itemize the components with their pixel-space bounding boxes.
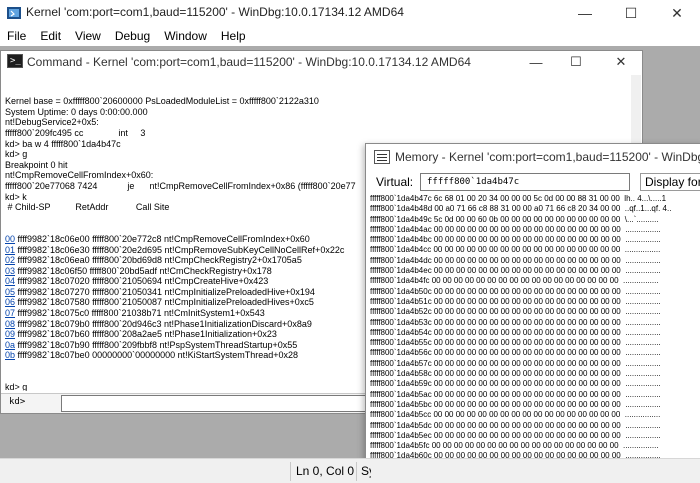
memory-row: fffff800`1da4b4ac 00 00 00 00 00 00 00 0… bbox=[370, 224, 661, 234]
memory-row: fffff800`1da4b52c 00 00 00 00 00 00 00 0… bbox=[370, 307, 661, 317]
menu-edit[interactable]: Edit bbox=[33, 29, 68, 43]
frame-text: ffff9982`18c079b0 fffff800`20d946c3 nt!P… bbox=[15, 318, 312, 329]
virtual-label: Virtual: bbox=[376, 175, 414, 189]
frame-number-link[interactable]: 05 bbox=[5, 287, 15, 297]
status-bar: Ln 0, Col 0 Sy bbox=[0, 458, 700, 483]
menu-file[interactable]: File bbox=[0, 29, 33, 43]
frame-text: ffff9982`18c07b90 fffff800`209fbbf8 nt!P… bbox=[15, 339, 298, 350]
frame-number-link[interactable]: 02 bbox=[5, 255, 15, 265]
minimize-button[interactable]: — bbox=[562, 0, 608, 26]
memory-row: fffff800`1da4b4bc 00 00 00 00 00 00 00 0… bbox=[370, 235, 661, 245]
memory-row: fffff800`1da4b57c 00 00 00 00 00 00 00 0… bbox=[370, 358, 661, 368]
frame-text: ffff9982`18c06ea0 fffff800`20bd69d8 nt!C… bbox=[15, 255, 302, 266]
memory-icon bbox=[374, 150, 390, 164]
close-icon: ✕ bbox=[615, 54, 627, 69]
frame-number-link[interactable]: 08 bbox=[5, 319, 15, 329]
frame-number-link[interactable]: 00 bbox=[5, 234, 15, 244]
command-close-button[interactable]: ✕ bbox=[606, 51, 636, 73]
memory-row: fffff800`1da4b4ec 00 00 00 00 00 00 00 0… bbox=[370, 266, 661, 276]
frame-text: ffff9982`18c07270 fffff800`21050341 nt!C… bbox=[15, 286, 315, 297]
memory-row: fffff800`1da4b51c 00 00 00 00 00 00 00 0… bbox=[370, 296, 661, 306]
frame-text: ffff9982`18c07580 fffff800`21050087 nt!C… bbox=[15, 297, 314, 308]
memory-row: fffff800`1da4b5cc 00 00 00 00 00 00 00 0… bbox=[370, 410, 661, 420]
menu-window[interactable]: Window bbox=[157, 29, 214, 43]
frame-number-link[interactable]: 07 bbox=[5, 308, 15, 318]
memory-row: fffff800`1da4b54c 00 00 00 00 00 00 00 0… bbox=[370, 327, 661, 337]
memory-row: fffff800`1da4b5bc 00 00 00 00 00 00 00 0… bbox=[370, 399, 661, 409]
frame-text: ffff9982`18c07020 fffff800`21050694 nt!C… bbox=[15, 276, 269, 287]
frame-number-link[interactable]: 0a bbox=[5, 340, 15, 350]
memory-row: fffff800`1da4b50c 00 00 00 00 00 00 00 0… bbox=[370, 286, 661, 296]
command-prompt: kd> bbox=[9, 397, 26, 407]
frame-text: ffff9982`18c075c0 fffff800`21038b71 nt!C… bbox=[15, 308, 265, 319]
frame-text: ffff9982`18c06e00 fffff800`20e772c8 nt!C… bbox=[15, 233, 310, 244]
memory-row: fffff800`1da4b4cc 00 00 00 00 00 00 00 0… bbox=[370, 245, 661, 255]
output-line: System Uptime: 0 days 0:00:00.000 bbox=[5, 106, 148, 117]
windbg-app-icon bbox=[7, 7, 21, 19]
command-window-titlebar[interactable]: >_ Command - Kernel 'com:port=com1,baud=… bbox=[1, 51, 642, 73]
display-format-button[interactable]: Display format: bbox=[640, 173, 700, 191]
minimize-icon: — bbox=[578, 5, 592, 21]
minimize-icon: — bbox=[529, 54, 543, 70]
memory-row: fffff800`1da4b59c 00 00 00 00 00 00 00 0… bbox=[370, 379, 661, 389]
frame-text: ffff9982`18c06e30 fffff800`20e2d695 nt!C… bbox=[15, 244, 345, 255]
memory-row: fffff800`1da4b4fc 00 00 00 00 00 00 00 0… bbox=[370, 276, 659, 286]
frame-text: ffff9982`18c07be0 00000000`00000000 nt!K… bbox=[15, 350, 298, 361]
app-title: Kernel 'com:port=com1,baud=115200' - Win… bbox=[26, 5, 404, 19]
menu-bar: File Edit View Debug Window Help bbox=[0, 26, 700, 46]
frame-number-link[interactable]: 03 bbox=[5, 266, 15, 276]
memory-row: fffff800`1da4b4dc 00 00 00 00 00 00 00 0… bbox=[370, 255, 661, 265]
command-window-title: Command - Kernel 'com:port=com1,baud=115… bbox=[27, 55, 471, 69]
memory-row: fffff800`1da4b49c 5c 0d 00 00 60 0b 00 0… bbox=[370, 214, 659, 224]
virtual-address-input[interactable]: fffff800`1da4b47c bbox=[420, 173, 630, 191]
close-icon: ✕ bbox=[671, 4, 683, 21]
command-maximize-button[interactable]: ☐ bbox=[561, 51, 591, 73]
memory-row: fffff800`1da4b58c 00 00 00 00 00 00 00 0… bbox=[370, 369, 661, 379]
memory-dump[interactable]: fffff800`1da4b47c 6c 68 01 00 20 34 00 0… bbox=[370, 194, 700, 482]
status-extra: Sy bbox=[361, 464, 371, 478]
memory-window-titlebar[interactable]: Memory - Kernel 'com:port=com1,baud=1152… bbox=[366, 144, 700, 170]
menu-help[interactable]: Help bbox=[214, 29, 253, 43]
maximize-icon: ☐ bbox=[570, 54, 582, 69]
command-prompt-icon: >_ bbox=[7, 54, 23, 68]
maximize-button[interactable]: ☐ bbox=[608, 0, 654, 26]
frame-number-link[interactable]: 04 bbox=[5, 276, 15, 286]
menu-view[interactable]: View bbox=[68, 29, 108, 43]
memory-row: fffff800`1da4b47c 6c 68 01 00 20 34 00 0… bbox=[370, 194, 667, 203]
memory-row: fffff800`1da4b53c 00 00 00 00 00 00 00 0… bbox=[370, 317, 661, 327]
memory-window-title: Memory - Kernel 'com:port=com1,baud=1152… bbox=[395, 150, 700, 164]
status-position: Ln 0, Col 0 bbox=[296, 464, 355, 478]
frame-text: ffff9982`18c06f50 fffff800`20bd5adf nt!C… bbox=[15, 265, 272, 276]
command-minimize-button[interactable]: — bbox=[521, 51, 551, 73]
memory-row: fffff800`1da4b5fc 00 00 00 00 00 00 00 0… bbox=[370, 441, 659, 451]
memory-window: Memory - Kernel 'com:port=com1,baud=1152… bbox=[365, 143, 700, 483]
frame-number-link[interactable]: 09 bbox=[5, 329, 15, 339]
frame-number-link[interactable]: 01 bbox=[5, 245, 15, 255]
close-button[interactable]: ✕ bbox=[654, 0, 700, 26]
frame-number-link[interactable]: 0b bbox=[5, 350, 15, 360]
memory-row: fffff800`1da4b55c 00 00 00 00 00 00 00 0… bbox=[370, 338, 661, 348]
output-line: fffff800`209fc495 cc int 3 bbox=[5, 127, 146, 138]
memory-row: fffff800`1da4b5dc 00 00 00 00 00 00 00 0… bbox=[370, 420, 661, 430]
frame-number-link[interactable]: 06 bbox=[5, 297, 15, 307]
maximize-icon: ☐ bbox=[624, 4, 638, 21]
memory-row: fffff800`1da4b48d 00 a0 71 66 c8 88 31 0… bbox=[370, 204, 672, 214]
memory-row: fffff800`1da4b5ac 00 00 00 00 00 00 00 0… bbox=[370, 389, 661, 399]
menu-debug[interactable]: Debug bbox=[108, 29, 157, 43]
output-line: Kernel base = 0xfffff800`20600000 PsLoad… bbox=[5, 96, 319, 107]
memory-row: fffff800`1da4b56c 00 00 00 00 00 00 00 0… bbox=[370, 348, 661, 358]
memory-row: fffff800`1da4b5ec 00 00 00 00 00 00 00 0… bbox=[370, 430, 661, 440]
frame-text: ffff9982`18c07b60 fffff800`208a2ae5 nt!P… bbox=[15, 329, 277, 340]
memory-toolbar: Virtual: fffff800`1da4b47c Display forma… bbox=[370, 171, 700, 193]
app-titlebar: Kernel 'com:port=com1,baud=115200' - Win… bbox=[0, 0, 700, 26]
output-line: nt!DebugService2+0x5: bbox=[5, 117, 99, 128]
status-separator bbox=[290, 462, 291, 481]
